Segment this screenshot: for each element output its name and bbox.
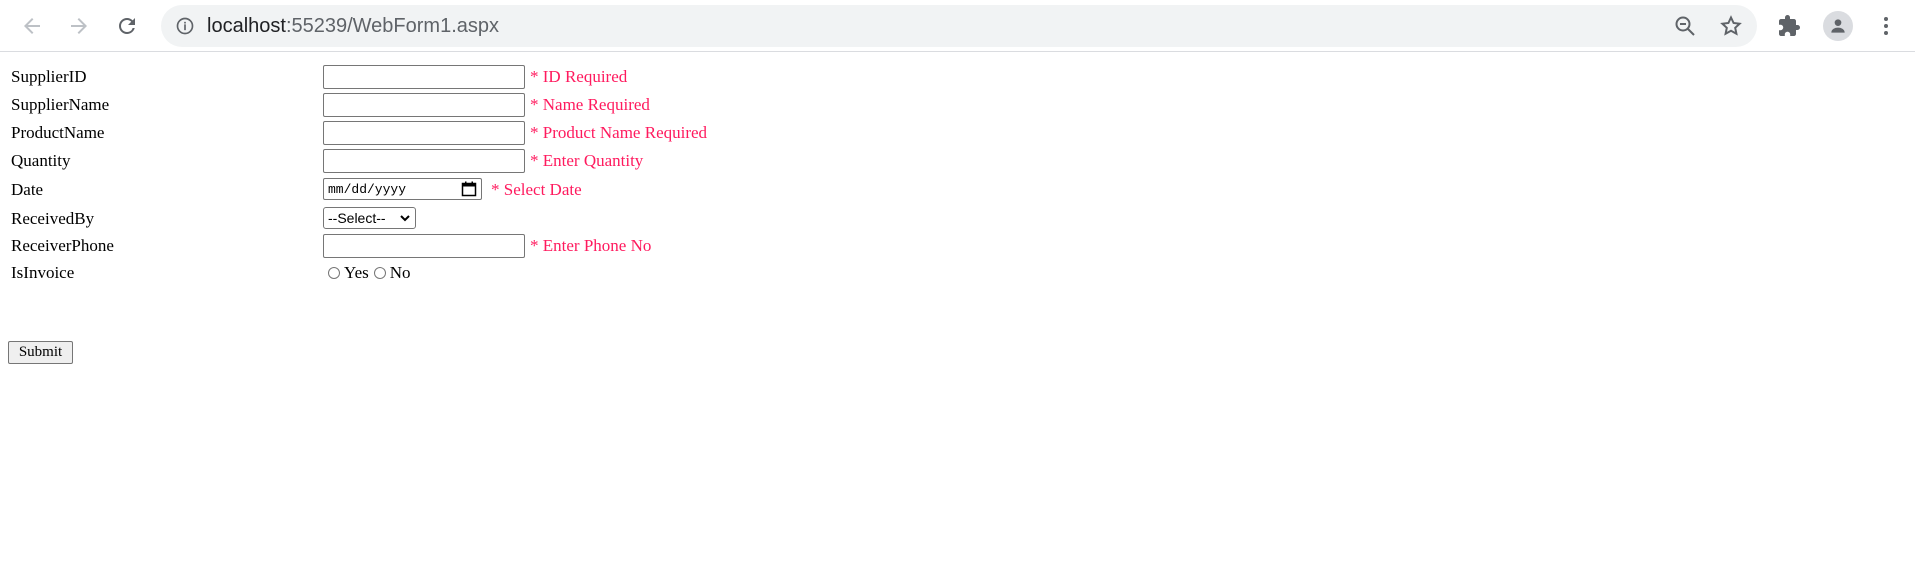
is-invoice-radio-group: Yes No: [323, 259, 411, 287]
forward-button[interactable]: [63, 10, 95, 42]
bookmark-star-icon[interactable]: [1719, 14, 1743, 38]
submit-button[interactable]: Submit: [8, 341, 73, 364]
radio-no-label[interactable]: No: [390, 259, 411, 287]
receiver-phone-validator: * Enter Phone No: [530, 236, 652, 255]
receiver-phone-input[interactable]: [323, 234, 525, 258]
quantity-label: Quantity: [11, 151, 71, 170]
product-name-validator: * Product Name Required: [530, 123, 708, 142]
supplier-name-validator: * Name Required: [530, 95, 650, 114]
product-name-input[interactable]: [323, 121, 525, 145]
product-name-label: ProductName: [11, 123, 105, 142]
date-row: Date mm/dd/yyyy * Select Date: [0, 176, 900, 204]
person-icon: [1831, 19, 1845, 33]
browser-toolbar: localhost:55239/WebForm1.aspx: [0, 0, 1915, 52]
quantity-validator: * Enter Quantity: [530, 151, 644, 170]
radio-no[interactable]: [373, 267, 386, 279]
supplier-id-row: SupplierID * ID Required: [0, 63, 900, 91]
forward-arrow-icon: [71, 18, 87, 34]
received-by-label: ReceivedBy: [11, 209, 95, 228]
is-invoice-label: IsInvoice: [11, 263, 75, 282]
calendar-icon[interactable]: [461, 181, 477, 197]
receiver-phone-row: ReceiverPhone * Enter Phone No: [0, 232, 900, 260]
supplier-id-validator: * ID Required: [530, 67, 628, 86]
reload-icon: [119, 18, 135, 34]
puzzle-icon: [1779, 15, 1800, 36]
zoom-icon[interactable]: [1673, 14, 1697, 38]
supplier-id-label: SupplierID: [11, 67, 87, 86]
reload-button[interactable]: [111, 10, 143, 42]
date-label: Date: [11, 180, 44, 199]
radio-yes[interactable]: [328, 267, 340, 279]
back-arrow-icon: [24, 18, 40, 34]
quantity-row: Quantity * Enter Quantity: [0, 147, 900, 175]
back-button[interactable]: [16, 10, 48, 42]
supplier-name-input[interactable]: [323, 93, 525, 117]
site-info-icon[interactable]: [175, 16, 195, 36]
menu-button[interactable]: [1870, 10, 1902, 42]
received-by-selected: --Select--: [328, 210, 386, 226]
date-input[interactable]: mm/dd/yyyy: [323, 178, 482, 200]
more-vert-icon: [1884, 17, 1888, 35]
date-validator: * Select Date: [491, 180, 582, 199]
product-name-row: ProductName * Product Name Required: [0, 119, 900, 147]
profile-button[interactable]: [1822, 10, 1854, 42]
chevron-down-icon: [400, 215, 410, 222]
url-text[interactable]: localhost:55239/WebForm1.aspx: [207, 15, 499, 38]
address-bar[interactable]: localhost:55239/WebForm1.aspx: [161, 5, 1757, 47]
date-placeholder: mm/dd/yyyy: [328, 181, 407, 197]
radio-yes-label[interactable]: Yes: [344, 259, 369, 287]
avatar: [1823, 11, 1853, 41]
quantity-input[interactable]: [323, 149, 525, 173]
received-by-row: ReceivedBy --Select--: [0, 205, 900, 233]
supplier-name-label: SupplierName: [11, 95, 110, 114]
received-by-select[interactable]: --Select--: [323, 207, 416, 229]
is-invoice-row: IsInvoice Yes No: [0, 259, 900, 287]
supplier-name-row: SupplierName * Name Required: [0, 91, 900, 119]
supplier-id-input[interactable]: [323, 65, 525, 89]
receiver-phone-label: ReceiverPhone: [11, 236, 114, 255]
extensions-button[interactable]: [1773, 10, 1805, 42]
